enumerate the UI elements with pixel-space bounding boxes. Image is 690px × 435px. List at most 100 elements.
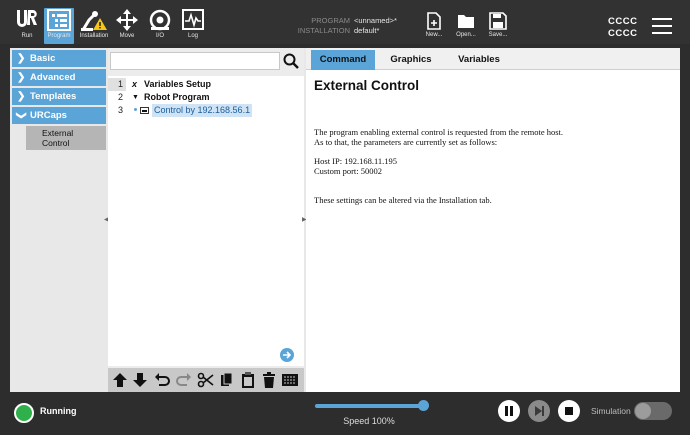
- host-ip-text: Host IP: 192.168.11.195: [314, 156, 398, 166]
- expand-triangle-icon[interactable]: ▼: [132, 91, 139, 104]
- program-node-sidebar: ❯ Basic ❯ Advanced ❯ Templates ❯ URCaps …: [10, 48, 108, 392]
- category-urcaps-label: URCaps: [30, 110, 67, 121]
- category-basic[interactable]: ❯ Basic: [12, 50, 106, 67]
- clipboard-icon: [242, 372, 254, 388]
- variables-icon: x: [132, 79, 138, 89]
- subitem-line2: Control: [42, 138, 70, 148]
- nav-run-label: Run: [21, 33, 33, 39]
- program-name: <unnamed>*: [354, 16, 397, 25]
- running-status-icon: [14, 403, 34, 423]
- robot-name: CCCC CCCC: [608, 16, 637, 40]
- category-templates[interactable]: ❯ Templates: [12, 88, 106, 105]
- node-bullet-icon: [134, 108, 137, 111]
- nav-io-button[interactable]: I/O: [145, 8, 175, 44]
- open-label: Open...: [456, 32, 476, 38]
- tab-variables[interactable]: Variables: [448, 50, 510, 70]
- log-icon: [182, 9, 204, 30]
- nav-io-label: I/O: [155, 33, 164, 39]
- keyboard-icon: [282, 374, 298, 386]
- program-icon: [47, 9, 71, 31]
- search-button[interactable]: [282, 52, 300, 70]
- description-line2: As to that, the parameters are currently…: [314, 137, 498, 147]
- installation-key: INSTALLATION: [297, 26, 350, 35]
- running-status-label: Running: [40, 406, 77, 416]
- program-tree-panel: 1 x Variables Setup 2 ▼ Robot Program 3 …: [108, 48, 304, 392]
- new-button[interactable]: New...: [419, 12, 449, 38]
- nav-log-button[interactable]: Log: [178, 8, 208, 44]
- nav-program-button[interactable]: Program: [44, 8, 74, 44]
- tree-row-selected[interactable]: 3 Control by 192.168.56.1: [108, 104, 304, 117]
- nav-run-button[interactable]: Run: [12, 8, 42, 44]
- step-forward-icon: [535, 406, 544, 416]
- bottom-bar: Running Speed 100% Simulation: [0, 392, 690, 435]
- open-folder-icon: [458, 15, 474, 28]
- nav-installation-label: Installation: [79, 33, 109, 39]
- tree-row[interactable]: 1 x Variables Setup: [108, 78, 304, 91]
- installation-name: default*: [354, 26, 380, 35]
- save-button[interactable]: Save...: [483, 12, 513, 38]
- arrow-up-icon: [113, 373, 127, 387]
- detail-tabs: Command Graphics Variables: [306, 48, 680, 70]
- robot-name-line1: CCCC: [608, 16, 638, 27]
- stop-icon: [565, 407, 573, 415]
- tab-graphics[interactable]: Graphics: [380, 50, 442, 70]
- tree-node-label: Robot Program: [144, 92, 210, 102]
- search-input[interactable]: [110, 52, 280, 70]
- line-number: 1: [108, 78, 126, 91]
- category-advanced[interactable]: ❯ Advanced: [12, 69, 106, 86]
- new-file-icon: [427, 12, 441, 30]
- program-tree: 1 x Variables Setup 2 ▼ Robot Program 3 …: [108, 76, 304, 366]
- chevron-right-icon: ❯: [17, 53, 26, 64]
- page-title: External Control: [314, 78, 420, 93]
- urcap-node-icon: [140, 107, 149, 114]
- new-label: New...: [425, 32, 443, 38]
- chevron-right-icon: ❯: [17, 72, 26, 83]
- copy-button[interactable]: [218, 371, 236, 389]
- cut-button[interactable]: [197, 371, 215, 389]
- speed-label: Speed 100%: [343, 416, 395, 426]
- stop-button[interactable]: [558, 400, 580, 422]
- next-node-button[interactable]: [280, 348, 294, 362]
- undo-button[interactable]: [153, 371, 171, 389]
- urcap-external-control-item[interactable]: External Control: [26, 126, 106, 150]
- simulation-toggle[interactable]: [634, 402, 672, 420]
- nav-installation-button[interactable]: Installation: [79, 8, 109, 44]
- pause-icon: [505, 406, 513, 416]
- paste-button[interactable]: [239, 371, 257, 389]
- nav-program-label: Program: [47, 33, 71, 39]
- search-icon: [283, 53, 299, 69]
- undo-icon: [155, 373, 170, 386]
- redo-button[interactable]: [175, 371, 193, 389]
- nav-move-button[interactable]: Move: [112, 8, 142, 44]
- category-urcaps[interactable]: ❯ URCaps: [12, 107, 106, 124]
- tab-command[interactable]: Command: [311, 50, 375, 70]
- save-icon: [489, 12, 507, 30]
- suppress-button[interactable]: [281, 371, 299, 389]
- copy-icon: [221, 372, 233, 386]
- move-down-button[interactable]: [131, 371, 149, 389]
- pause-button[interactable]: [498, 400, 520, 422]
- tree-toolbar: [108, 368, 304, 392]
- hamburger-menu-icon[interactable]: [652, 18, 672, 34]
- tree-node-label: Control by 192.168.56.1: [152, 104, 253, 117]
- open-button[interactable]: Open...: [451, 12, 481, 38]
- tree-row[interactable]: 2 ▼ Robot Program: [108, 91, 304, 104]
- delete-button[interactable]: [260, 371, 278, 389]
- arrow-right-icon: [283, 351, 292, 359]
- step-button[interactable]: [528, 400, 550, 422]
- main-panel: ❯ Basic ❯ Advanced ❯ Templates ❯ URCaps …: [10, 48, 680, 392]
- move-up-button[interactable]: [111, 371, 129, 389]
- move-icon: [116, 9, 138, 31]
- chevron-down-icon: ❯: [15, 111, 27, 120]
- robot-name-line2: CCCC: [608, 28, 638, 39]
- chevron-right-icon: ❯: [17, 91, 26, 102]
- node-detail-panel: Command Graphics Variables External Cont…: [306, 48, 680, 392]
- program-key: PROGRAM: [311, 16, 350, 25]
- speed-slider[interactable]: [315, 404, 423, 408]
- description-line1: The program enabling external control is…: [314, 127, 564, 137]
- custom-port-text: Custom port: 50002: [314, 166, 383, 176]
- simulation-label: Simulation: [591, 406, 631, 416]
- category-advanced-label: Advanced: [30, 72, 76, 83]
- speed-slider-handle[interactable]: [418, 400, 429, 411]
- app-window: Run Program Installation Move I/O Log PR…: [0, 0, 690, 435]
